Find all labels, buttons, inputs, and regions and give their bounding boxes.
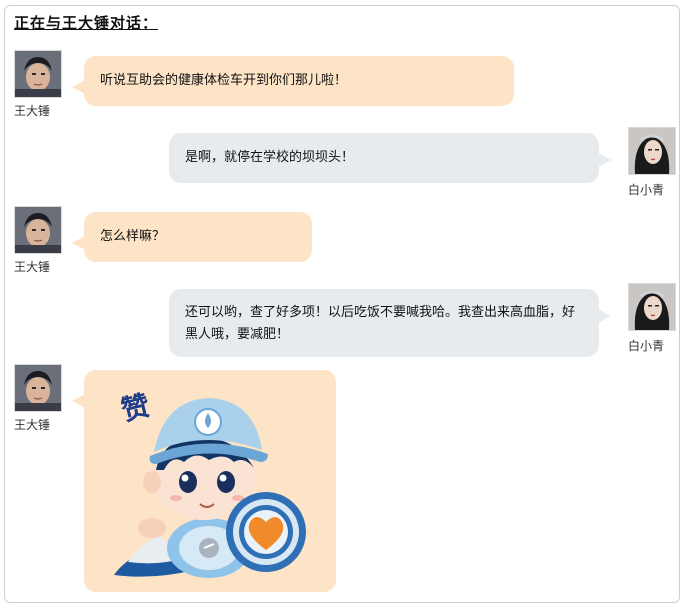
sticker-message-bubble: 赞: [72, 370, 336, 592]
sticker-caption: 赞: [117, 389, 153, 428]
message-text: 还可以哟，查了好多项！以后吃饭不要喊我哈。我查出来高血脂，好黑人哦，要减肥！: [185, 305, 576, 342]
message-text: 是啊，就停在学校的坝坝头！: [185, 150, 355, 165]
message-bubble: 听说互助会的健康体检车开到你们那儿啦！: [72, 56, 514, 106]
avatar-wang-dachui[interactable]: [14, 206, 62, 254]
message-text: 听说互助会的健康体检车开到你们那儿啦！: [100, 73, 348, 88]
avatar-wang-dachui[interactable]: [14, 50, 62, 98]
avatar-bai-xiaoqing[interactable]: [628, 283, 676, 331]
sender-name: 王大锤: [14, 260, 51, 274]
avatar-wang-dachui[interactable]: [14, 364, 62, 412]
avatar-bai-xiaoqing[interactable]: [628, 127, 676, 175]
message-bubble: 是啊，就停在学校的坝坝头！: [169, 133, 611, 183]
page-title: 正在与王大锤对话：: [14, 14, 159, 32]
sender-name: 王大锤: [14, 418, 51, 432]
sender-name: 白小青: [628, 183, 665, 197]
message-text: 怎么样嘛？: [100, 229, 166, 244]
sender-name: 王大锤: [14, 104, 51, 118]
sender-name: 白小青: [628, 339, 665, 353]
message-bubble: 还可以哟，查了好多项！以后吃饭不要喊我哈。我查出来高血脂，好黑人哦，要减肥！: [169, 289, 611, 357]
thumbs-up-mascot-sticker[interactable]: 赞: [84, 370, 336, 592]
message-bubble: 怎么样嘛？: [72, 212, 312, 262]
